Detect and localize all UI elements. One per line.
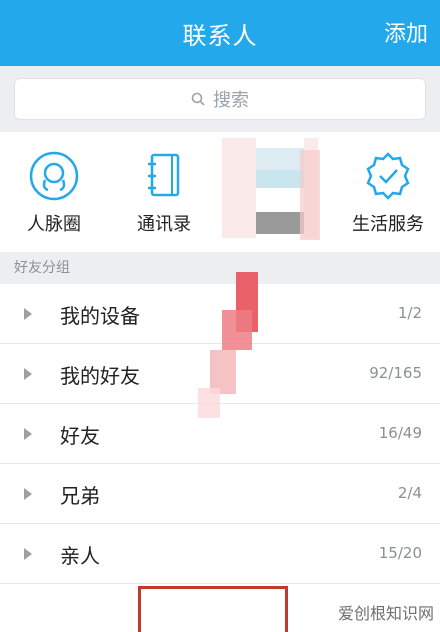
group-name: 我的设备 <box>60 304 140 328</box>
expand-arrow-icon <box>24 428 32 440</box>
expand-arrow-icon <box>24 548 32 560</box>
group-name: 好友 <box>60 424 100 448</box>
expand-arrow-icon <box>24 368 32 380</box>
search-area: 搜索 <box>0 66 440 132</box>
group-name: 兄弟 <box>60 484 100 508</box>
watermark: 爱创根知识网 <box>337 604 434 623</box>
address-book-icon <box>148 153 180 197</box>
group-row[interactable]: 好友 16/49 <box>0 404 440 464</box>
group-count: 1/2 <box>397 304 422 322</box>
contacts-circle-icon <box>29 151 79 201</box>
group-name: 我的好友 <box>60 364 140 388</box>
search-input[interactable]: 搜索 <box>14 78 426 120</box>
section-header-friend-groups: 好友分组 <box>0 252 440 284</box>
group-name: 亲人 <box>60 544 100 568</box>
quick-action-life-services[interactable]: 生活服务 <box>338 150 438 236</box>
quick-action-label: 通讯录 <box>137 214 191 235</box>
search-icon <box>191 92 205 106</box>
quick-action-contacts-circle[interactable]: 人脉圈 <box>4 150 104 236</box>
group-count: 16/49 <box>378 424 422 442</box>
group-row[interactable]: 兄弟 2/4 <box>0 464 440 524</box>
group-count: 92/165 <box>369 364 422 382</box>
expand-arrow-icon <box>24 308 32 320</box>
page-title: 联系人 <box>182 22 258 50</box>
shield-check-icon <box>366 152 410 200</box>
group-count: 15/20 <box>378 544 422 562</box>
add-button[interactable]: 添加 <box>384 16 428 48</box>
quick-action-address-book[interactable]: 通讯录 <box>114 150 214 236</box>
top-bar: 联系人 添加 <box>0 0 440 66</box>
search-placeholder: 搜索 <box>213 90 249 111</box>
quick-action-label: 生活服务 <box>352 214 424 235</box>
group-row[interactable]: 亲人 15/20 <box>0 524 440 584</box>
quick-action-label: 人脉圈 <box>27 214 81 235</box>
group-count: 2/4 <box>397 484 422 502</box>
expand-arrow-icon <box>24 488 32 500</box>
highlight-box <box>138 586 288 632</box>
group-row[interactable]: 我的设备 1/2 <box>0 284 440 344</box>
